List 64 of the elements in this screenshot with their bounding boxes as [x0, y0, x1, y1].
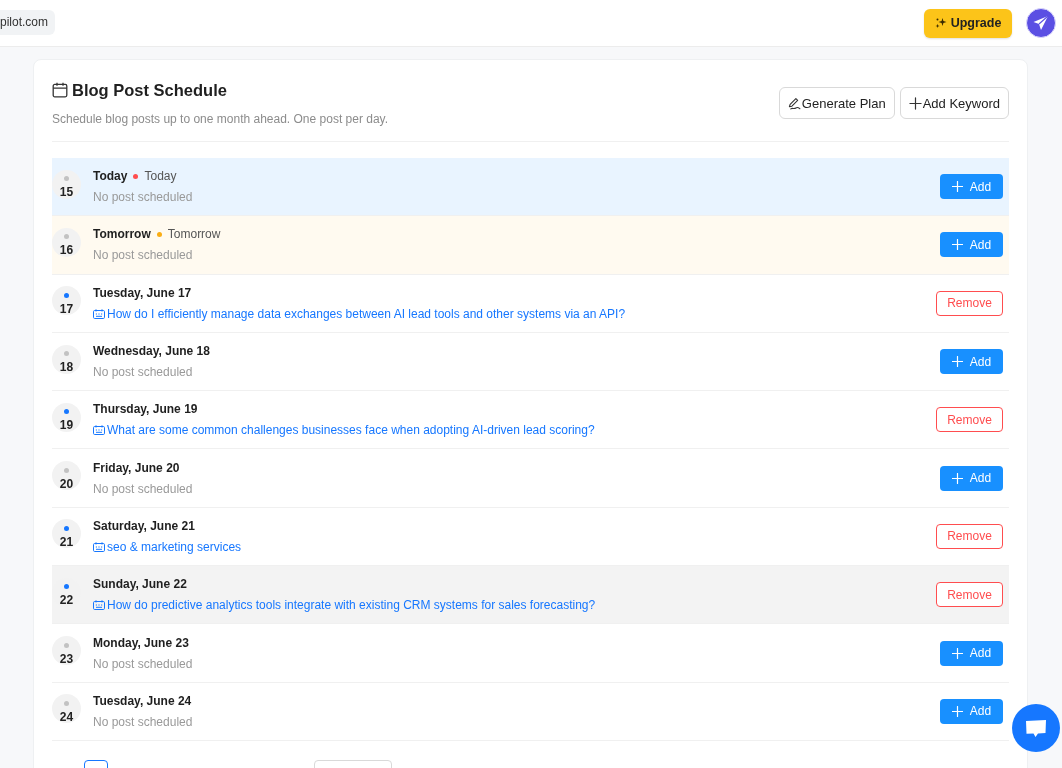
calendar-icon: [52, 82, 68, 98]
day-number: 19: [59, 419, 74, 432]
day-number: 23: [59, 652, 74, 665]
day-number: 16: [59, 244, 74, 257]
post-link[interactable]: What are some common challenges businesses face when adopting AI-driven lead scoring?: [107, 423, 595, 438]
add-button[interactable]: Add: [940, 640, 1003, 666]
empty-note: No post scheduled: [93, 190, 193, 205]
day-number: 15: [59, 186, 74, 199]
remove-button[interactable]: Remove: [936, 290, 1003, 316]
upgrade-button[interactable]: Upgrade: [924, 8, 1012, 38]
empty-note: No post scheduled: [93, 714, 193, 729]
add-button[interactable]: Add: [940, 465, 1003, 491]
card-subtitle: Schedule blog posts up to one month ahead. One post per day.: [52, 112, 388, 126]
empty-note: No post scheduled: [93, 481, 193, 496]
post-link[interactable]: How do predictive analytics tools integrate with existing CRM systems for sales forecasting?: [107, 598, 596, 613]
post-link[interactable]: seo & marketing services: [107, 539, 242, 554]
chat-icon[interactable]: [1012, 704, 1060, 752]
remove-button[interactable]: Remove: [936, 523, 1003, 549]
plus-icon: [951, 181, 963, 193]
empty-note: No post scheduled: [93, 365, 193, 380]
pen-icon: [787, 96, 801, 110]
day-title: Saturday, June 21: [93, 518, 195, 533]
calendar-icon: [93, 541, 105, 552]
day-title: Tomorrow: [93, 227, 151, 242]
sparkle-icon: [934, 17, 947, 29]
add-button[interactable]: Add: [940, 698, 1003, 724]
day-title: Today: [93, 169, 128, 184]
day-title: Tuesday, June 17: [93, 285, 192, 300]
day-title: Thursday, June 19: [93, 402, 198, 417]
calendar-icon: [93, 308, 105, 319]
add-button[interactable]: Add: [940, 232, 1003, 258]
calendar-icon: [93, 600, 105, 611]
day-number: 22: [59, 594, 74, 607]
add-button[interactable]: Add: [940, 174, 1003, 200]
plus-icon: [951, 705, 963, 717]
calendar-icon: [93, 425, 105, 436]
day-number: 17: [59, 302, 74, 315]
generate-plan-button[interactable]: Generate Plan: [778, 87, 895, 119]
day-title: Sunday, June 22: [93, 577, 187, 592]
day-title: Tuesday, June 24: [93, 693, 192, 708]
day-number: 18: [59, 361, 74, 374]
plus-icon: [908, 96, 922, 110]
day-tag-label: Today: [144, 169, 177, 184]
plus-icon: [951, 472, 963, 484]
remove-button[interactable]: Remove: [936, 582, 1003, 608]
day-title: Friday, June 20: [93, 460, 180, 475]
card-title: Blog Post Schedule: [72, 80, 227, 100]
add-keyword-button[interactable]: Add Keyword: [899, 87, 1009, 119]
remove-button[interactable]: Remove: [936, 407, 1003, 433]
plus-icon: [951, 356, 963, 368]
day-number: 21: [59, 535, 74, 548]
day-title: Monday, June 23: [93, 635, 189, 650]
empty-note: No post scheduled: [93, 248, 193, 263]
day-tag-label: Tomorrow: [167, 227, 221, 242]
day-number: 24: [59, 710, 74, 723]
plus-icon: [951, 647, 963, 659]
paper-plane-icon[interactable]: [1026, 8, 1056, 38]
plus-icon: [951, 239, 963, 251]
day-number: 20: [59, 477, 74, 490]
add-button[interactable]: Add: [940, 349, 1003, 375]
empty-note: No post scheduled: [93, 656, 193, 671]
site-url-chip: pilot.com: [0, 9, 56, 35]
post-link[interactable]: How do I efficiently manage data exchanges between AI lead tools and other systems via an API?: [107, 306, 626, 321]
day-title: Wednesday, June 18: [93, 344, 210, 359]
